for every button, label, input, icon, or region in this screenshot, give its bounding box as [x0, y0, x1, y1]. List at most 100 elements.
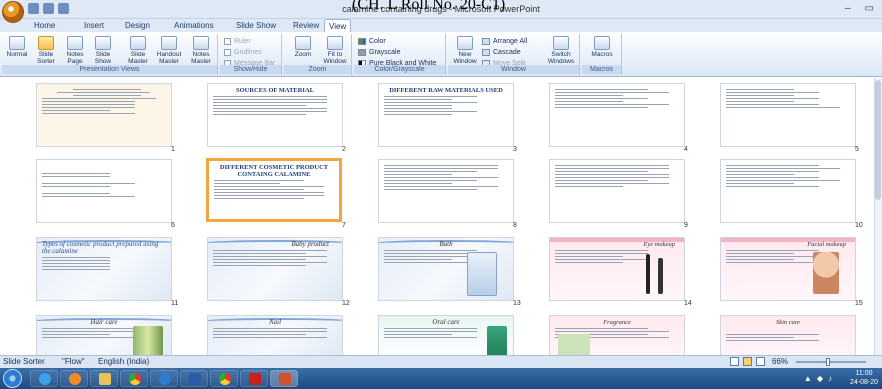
gridlines-checkbox[interactable]: Gridlines: [224, 47, 262, 57]
media-player-icon: [69, 373, 81, 385]
chrome-icon: [219, 373, 231, 385]
slide-master-button[interactable]: Slide Master: [124, 36, 152, 65]
slide-thumbnail-15[interactable]: Facial makeup: [720, 237, 856, 301]
slide-show-icon: [95, 36, 111, 50]
slide-thumbnail-1[interactable]: [36, 83, 172, 147]
notes-page-button[interactable]: Notes Page: [62, 36, 88, 65]
chrome-icon: [129, 373, 141, 385]
handout-master-icon: [161, 36, 177, 50]
switch-windows-icon: [553, 36, 569, 50]
switch-windows-button[interactable]: Switch Windows: [544, 36, 578, 65]
clock[interactable]: 11:00 24-08-20: [850, 369, 878, 387]
network-icon[interactable]: ◆: [817, 374, 823, 383]
presentation-views-group: Normal Slide Sorter Notes Page Slide Sho…: [2, 34, 218, 75]
ribbon-tabs: Home Insert Design Animations Slide Show…: [0, 19, 882, 32]
ruler-checkbox[interactable]: Ruler: [224, 36, 251, 46]
slide-thumbnail-14[interactable]: Eye makeup: [549, 237, 685, 301]
slide-title: Types of cosmetic product prepared using…: [42, 240, 159, 255]
arrow-up-icon[interactable]: ▲: [804, 374, 812, 383]
notes-master-button[interactable]: Notes Master: [186, 36, 216, 65]
fit-to-window-button[interactable]: Fit to Window: [320, 36, 350, 65]
tab-animations[interactable]: Animations: [170, 19, 218, 32]
slide-thumbnail-18[interactable]: Oral care: [378, 315, 514, 355]
status-language[interactable]: English (India): [98, 357, 149, 366]
fragrance-image: [558, 334, 590, 355]
taskbar-ie2[interactable]: [150, 370, 178, 387]
slide-show-button[interactable]: Slide Show: [90, 36, 116, 65]
folder-icon: [99, 373, 111, 385]
zoom-label: Zoom: [284, 65, 351, 74]
slide-thumbnail-11[interactable]: Types of cosmetic product prepared using…: [36, 237, 172, 301]
slide-thumbnail-3[interactable]: DIFFERENT RAW MATERIALS USED: [378, 83, 514, 147]
slide-number: 15: [855, 300, 863, 307]
slide-thumbnail-10[interactable]: [720, 159, 856, 223]
slide-sorter-status-icon[interactable]: [743, 357, 752, 366]
slide-thumbnail-9[interactable]: [549, 159, 685, 223]
slide-thumbnail-7-selected[interactable]: DIFFERENT COSMETIC PRODUCT CONTAING CALA…: [206, 158, 342, 222]
taskbar-acrobat[interactable]: [240, 370, 268, 387]
minimize-button[interactable]: –: [845, 3, 851, 14]
cascade-icon: [482, 48, 490, 56]
slide-thumbnail-16[interactable]: Hair care: [36, 315, 172, 355]
mouthwash-image: [487, 326, 507, 355]
gridlines-check-icon: [224, 48, 231, 56]
slide-thumbnail-12[interactable]: Baby product: [207, 237, 343, 301]
windows-taskbar: ▲ ◆ ♪ 11:00 24-08-20: [0, 368, 882, 389]
zoom-slider[interactable]: [796, 361, 866, 363]
slide-sorter-pane: 1 SOURCES OF MATERIAL 2 DIFFERENT RAW MA…: [0, 78, 882, 355]
face-image: [813, 252, 839, 294]
office-button[interactable]: [2, 1, 24, 23]
slide-number: 13: [513, 300, 521, 307]
slide-number: 12: [342, 300, 350, 307]
status-bar: Slide Sorter "Flow" English (India) 66%: [0, 355, 882, 368]
slide-thumbnail-20[interactable]: Skin care: [720, 315, 856, 355]
slide-thumbnail-19[interactable]: Fragrance: [549, 315, 685, 355]
slide-number: 3: [513, 146, 517, 153]
handout-master-button[interactable]: Handout Master: [154, 36, 184, 65]
normal-view-status-icon[interactable]: [730, 357, 739, 366]
zoom-button[interactable]: Zoom: [290, 36, 316, 58]
clock-time: 11:00: [855, 370, 873, 377]
maximize-button[interactable]: ▭: [865, 3, 874, 14]
zoom-percent[interactable]: 66%: [772, 357, 788, 366]
start-button[interactable]: [3, 369, 22, 388]
color-button[interactable]: Color: [358, 36, 386, 46]
slide-sorter-button[interactable]: Slide Sorter: [32, 36, 60, 65]
taskbar-media[interactable]: [60, 370, 88, 387]
zoom-slider-knob[interactable]: [826, 358, 830, 366]
cascade-button[interactable]: Cascade: [482, 47, 521, 57]
tab-slide-show[interactable]: Slide Show: [232, 19, 280, 32]
slide-thumbnail-17[interactable]: Nail: [207, 315, 343, 355]
tab-review[interactable]: Review: [289, 19, 323, 32]
arrange-all-button[interactable]: Arrange All: [482, 36, 527, 46]
taskbar-explorer[interactable]: [90, 370, 118, 387]
window-label: Window: [448, 65, 579, 74]
scrollbar-thumb[interactable]: [875, 80, 881, 200]
volume-icon[interactable]: ♪: [828, 374, 832, 383]
slide-thumbnail-5[interactable]: [720, 83, 856, 147]
slide-show-status-icon[interactable]: [756, 357, 765, 366]
taskbar-word[interactable]: [180, 370, 208, 387]
slide-thumbnail-6[interactable]: [36, 159, 172, 223]
macros-button[interactable]: Macros: [588, 36, 616, 58]
new-window-button[interactable]: New Window: [450, 36, 480, 65]
slide-thumbnail-8[interactable]: [378, 159, 514, 223]
slide-thumbnail-4[interactable]: [549, 83, 685, 147]
tab-view[interactable]: View: [324, 19, 352, 32]
taskbar-ie[interactable]: [30, 370, 58, 387]
mascara-image: [646, 254, 650, 294]
taskbar-chrome2[interactable]: [210, 370, 238, 387]
grayscale-button[interactable]: Grayscale: [358, 47, 401, 57]
slide-thumbnail-2[interactable]: SOURCES OF MATERIAL: [207, 83, 343, 147]
taskbar-chrome[interactable]: [120, 370, 148, 387]
tab-design[interactable]: Design: [121, 19, 154, 32]
slide-title: Hair care: [90, 318, 118, 326]
internet-explorer-icon: [159, 373, 171, 385]
tab-home[interactable]: Home: [30, 19, 59, 32]
slide-number: 2: [342, 146, 346, 153]
slide-thumbnail-13[interactable]: Bath: [378, 237, 514, 301]
taskbar-powerpoint[interactable]: [270, 370, 298, 387]
grayscale-swatch-icon: [358, 48, 366, 56]
normal-view-button[interactable]: Normal: [4, 36, 30, 58]
tab-insert[interactable]: Insert: [80, 19, 108, 32]
